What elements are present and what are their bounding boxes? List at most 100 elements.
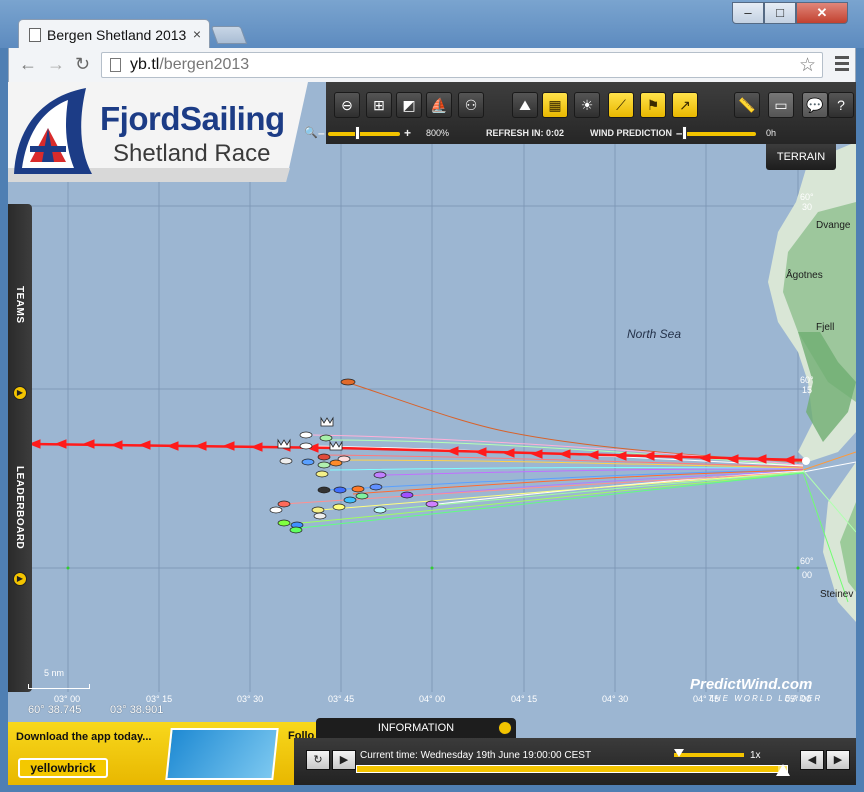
step-forward-icon[interactable]: ▶ [826,750,850,770]
zoom-box-icon[interactable]: ⊞ [366,92,392,118]
predictwind-tagline: THE WORLD LEADER [708,694,823,703]
tab-close-icon[interactable]: × [193,26,201,42]
wind-prediction-knob[interactable] [682,126,687,140]
page-icon [110,58,121,72]
brand-subtitle: Shetland Race [113,140,271,167]
lat-min-label: 00 [802,570,812,580]
grid-toggle-icon[interactable]: ▦ [542,92,568,118]
scale-label: 5 nm [44,668,65,678]
leaderboard-expand-icon[interactable]: ▶ [13,572,27,586]
bottom-bar: Download the app today... yellowbrick Fo… [8,718,856,785]
wind-prediction-label: WIND PREDICTION [590,128,672,138]
map-toolbar: ⊖ ⊞ ◩ ⛵ ⚇ ⛰ ▦ ☀ ⟋ ⚑ ↗ 📏 ▭ 💬 ? 🔍 – + 800%… [304,82,856,144]
browser-tab[interactable]: Bergen Shetland 2013 × [18,19,210,49]
minimize-button[interactable]: – [732,2,764,24]
event-logo[interactable]: FjordSailing Shetland Race [8,82,308,182]
tablet-icon[interactable]: ▭ [768,92,794,118]
cursor-longitude: 03° 38.901 [110,704,164,716]
app-promo-banner[interactable]: Download the app today... yellowbrick Fo… [8,722,316,785]
map-layers-icon[interactable]: ⛰ [512,92,538,118]
zoom-slider-knob[interactable] [355,126,360,140]
title-bar: Bergen Shetland 2013 × – □ ✕ [0,0,864,49]
lon-label: 04° 30 [602,694,628,704]
information-label: INFORMATION [377,722,455,734]
maximize-button[interactable]: □ [764,2,796,24]
playback-speed: 1x [750,750,761,761]
predictwind-logo[interactable]: PredictWind.com [690,676,812,693]
zoom-out-icon[interactable]: ⊖ [334,92,360,118]
reload-icon[interactable]: ↻ [75,54,90,75]
sailboat-icon[interactable]: ⛵ [426,92,452,118]
lat-deg-label: 60° [800,192,814,202]
lat-min-label: 15 [802,385,812,395]
zoom-level: 800% [426,128,450,138]
race-tracker-page: North Sea Dvange Ågotnes Fjell Steinev 6… [8,82,856,785]
chat-icon[interactable]: 💬 [802,92,828,118]
yellowbrick-button[interactable]: yellowbrick [18,758,108,778]
lon-label: 03° 45 [328,694,354,704]
speed-slider[interactable] [674,753,744,757]
zoom-magnifier-icon: 🔍 [304,127,318,139]
wind-prediction-value: 0h [766,128,777,138]
promo-text: Download the app today... [16,731,152,743]
lat-deg-label: 60° [800,556,814,566]
place-label: Ågotnes [786,268,823,281]
information-tab[interactable]: INFORMATION [316,718,516,738]
day-night-icon[interactable]: ☀ [574,92,600,118]
lon-labels: 03° 00 03° 15 03° 30 03° 45 04° 00 04° 1… [54,694,811,704]
teams-tab[interactable]: TEAMS [14,286,25,324]
place-label: Fjell [816,322,834,333]
zoom-slider[interactable] [328,132,400,136]
replay-icon[interactable]: ↻ [306,750,330,770]
terrain-button[interactable]: TERRAIN [766,144,836,170]
refresh-countdown: REFRESH IN: 0:02 [486,128,565,138]
cursor-latitude: 60° 38.745 [28,704,82,716]
side-panel-tabs: TEAMS ▶ LEADERBOARD ▶ [8,204,32,692]
close-window-button[interactable]: ✕ [796,2,848,24]
help-icon[interactable]: ? [828,92,854,118]
timeline-progress [357,766,779,772]
lon-label: 04° 15 [511,694,537,704]
timeline-slider[interactable] [356,765,788,773]
page-favicon-icon [29,28,41,42]
zoom-minus-label[interactable]: – [318,126,325,140]
ruler-icon[interactable]: 📏 [734,92,760,118]
teams-expand-icon[interactable]: ▶ [13,386,27,400]
wind-arrow-icon[interactable]: ↗ [672,92,698,118]
timeline-knob-icon[interactable] [776,764,790,776]
play-icon[interactable]: ▶ [332,750,356,770]
place-label: Steinev [820,589,853,600]
browser-toolbar: ← → ↻ yb.tl/bergen2013 ☆ [8,48,856,82]
lon-label: 04° 00 [419,694,445,704]
menu-icon[interactable] [835,56,849,74]
wind-prediction-slider[interactable] [686,132,756,136]
browser-window: Bergen Shetland 2013 × – □ ✕ ← → ↻ yb.tl… [0,0,864,792]
app-screenshot-image [165,728,279,780]
new-tab-button[interactable] [210,26,248,44]
brand-title: FjordSailing [100,100,285,137]
back-arrow-icon[interactable]: ← [19,54,37,75]
url-text[interactable]: yb.tl/bergen2013 [130,56,249,74]
leaderboard-tab[interactable]: LEADERBOARD [14,466,25,549]
information-expand-icon[interactable] [498,721,512,735]
place-label: Dvange [816,220,851,231]
scale-bar [28,684,90,689]
address-bar[interactable]: yb.tl/bergen2013 ☆ [101,52,823,78]
zoom-plus-label[interactable]: + [404,126,411,140]
step-back-icon[interactable]: ◀ [800,750,824,770]
people-icon[interactable]: ⚇ [458,92,484,118]
rhumb-line-icon[interactable]: ⟋ [608,92,634,118]
lon-label: 03° 15 [146,694,172,704]
forward-arrow-icon[interactable]: → [47,54,65,75]
sea-label: North Sea [627,327,681,341]
lon-label: 03° 30 [237,694,263,704]
speed-knob-icon[interactable] [674,749,684,757]
tab-title: Bergen Shetland 2013 [47,27,187,43]
bookmark-star-icon[interactable]: ☆ [799,54,816,77]
fullscreen-icon[interactable]: ◩ [396,92,422,118]
wind-flag-icon[interactable]: ⚑ [640,92,666,118]
current-time: Current time: Wednesday 19th June 19:00:… [360,750,592,761]
lat-min-label: 30 [802,202,812,212]
playback-controls: ↻ ▶ Current time: Wednesday 19th June 19… [294,738,856,785]
lat-deg-label: 60° [800,375,814,385]
